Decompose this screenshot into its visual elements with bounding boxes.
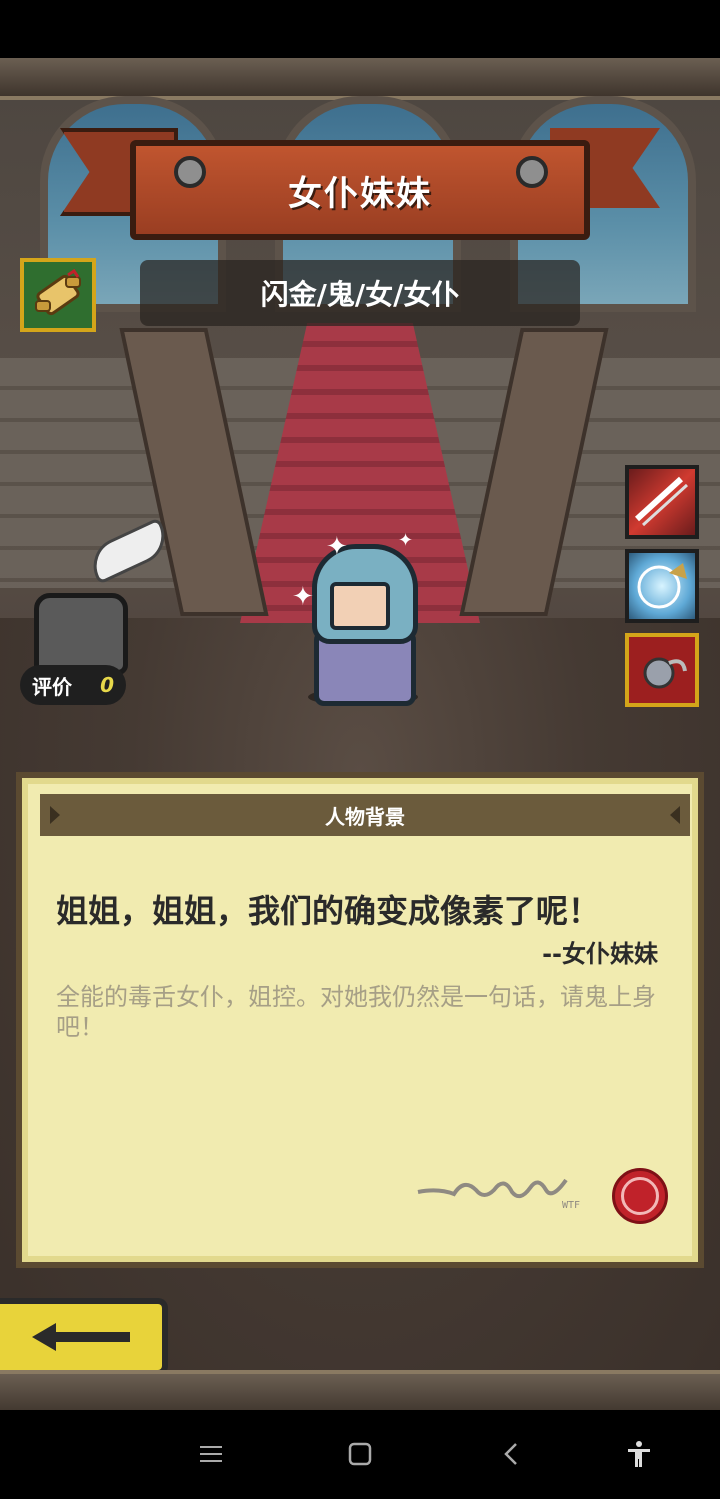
tags-bar: 闪金/鬼/女/女仆: [140, 260, 580, 326]
menu-icon[interactable]: [195, 1438, 227, 1470]
home-square: [348, 1442, 372, 1466]
mace-glyph: [643, 657, 687, 689]
sprite-face: [330, 582, 390, 630]
chevron-left: [504, 1443, 517, 1465]
background-panel: 人物背景 姐姐，姐姐，我们的确变成像素了呢！ --女仆妹妹 全能的毒舌女仆，姐控…: [16, 772, 704, 1268]
accessibility-icon[interactable]: [623, 1438, 655, 1470]
panel-header: 人物背景: [40, 794, 690, 836]
system-nav-bar: [0, 1410, 720, 1499]
ink-pot: [34, 593, 128, 675]
rivet-icon: [516, 156, 548, 188]
back-button[interactable]: [0, 1298, 168, 1376]
rivet-icon: [174, 156, 206, 188]
header-arrow-left-icon: [50, 806, 60, 824]
sparkle-icon: ✦: [326, 532, 348, 562]
ribbon-banner: 女仆妹妹: [130, 140, 590, 240]
svg-text:WTF: WTF: [562, 1200, 580, 1211]
header-arrow-right-icon: [670, 806, 680, 824]
character-sprite: ✦ ✦ ✦: [290, 530, 430, 708]
chain-mace-skill-icon[interactable]: [625, 633, 699, 707]
back-nav-icon[interactable]: [495, 1438, 527, 1470]
character-description: 全能的毒舌女仆，姐控。对她我仍然是一句话，请鬼上身吧！: [56, 983, 656, 1041]
back-arrow-icon: [32, 1323, 130, 1351]
sparkle-icon: ✦: [398, 530, 414, 551]
signature-icon: WTF: [417, 1178, 580, 1211]
quote-author: --女仆妹妹: [542, 940, 658, 968]
title-ribbon: 女仆妹妹: [60, 120, 660, 240]
slash-skill-icon[interactable]: [625, 465, 699, 539]
seal-emblem: [621, 1177, 659, 1215]
wax-seal-icon: [612, 1168, 668, 1224]
character-quote: 姐姐，姐姐，我们的确变成像素了呢！: [56, 892, 601, 930]
sparkle-icon: ✦: [292, 582, 314, 612]
inkwell-icon[interactable]: [28, 517, 174, 678]
rating-label: 评价: [32, 674, 72, 699]
character-name: 女仆妹妹: [288, 173, 432, 214]
top-frame: [0, 58, 720, 100]
scroll-icon: [35, 268, 81, 316]
bottom-frame: [0, 1370, 720, 1410]
character-tags: 闪金/鬼/女/女仆: [260, 278, 460, 311]
panel-title: 人物背景: [325, 804, 405, 829]
status-bar: [0, 0, 720, 58]
frost-circle-glyph: [637, 563, 687, 609]
game-scene: 女仆妹妹 闪金/鬼/女/女仆 评价 0 ✦ ✦ ✦ 人物背景 姐姐，姐姐，我们的…: [0, 58, 720, 1410]
rating-badge[interactable]: 评价 0: [20, 665, 126, 705]
home-icon[interactable]: [344, 1438, 376, 1470]
ice-shield-skill-icon[interactable]: [625, 549, 699, 623]
rating-value: 0: [100, 673, 114, 697]
menu-lines: [200, 1446, 222, 1462]
scroll-button[interactable]: [20, 258, 96, 332]
accessibility-figure: [628, 1441, 650, 1467]
slash-glyph: [634, 476, 689, 527]
